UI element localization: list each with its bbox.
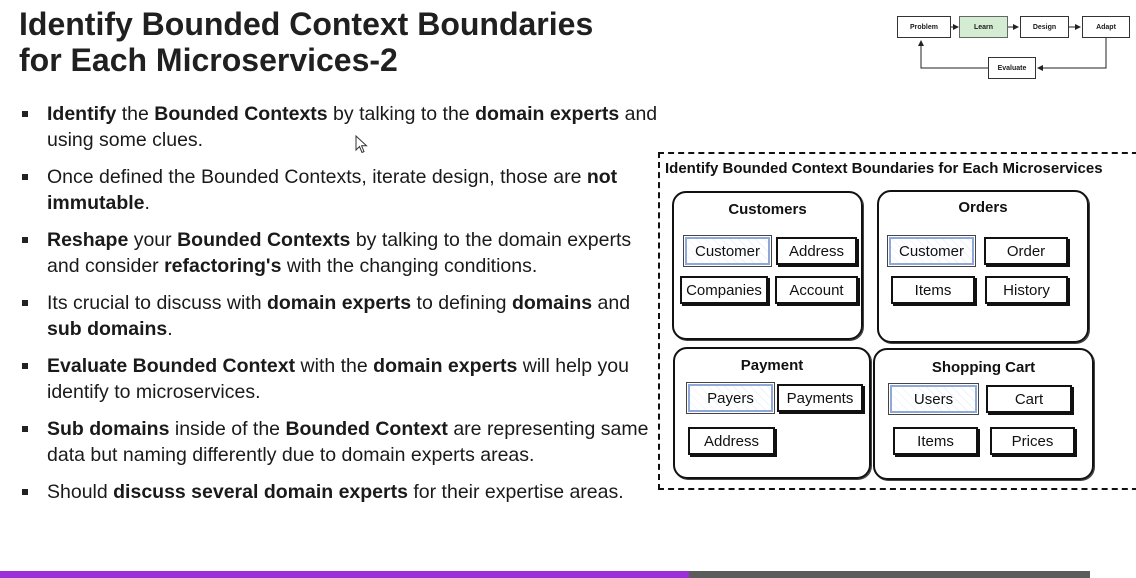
bullet-bold-text: Bounded Contexts xyxy=(177,229,351,251)
bullet-item: Reshape your Bounded Contexts by talking… xyxy=(20,227,660,279)
diagram-title: Identify Bounded Context Boundaries for … xyxy=(665,160,1103,177)
design-loop-flowchart: Problem Learn Design Adapt Evaluate xyxy=(890,10,1136,85)
context-title: Orders xyxy=(958,199,1008,216)
bullet-text: to defining xyxy=(411,292,512,314)
bullet-text: with the changing conditions. xyxy=(281,255,538,277)
slide-title: Identify Bounded Context Boundaries for … xyxy=(19,6,593,78)
bullet-item: Evaluate Bounded Context with the domain… xyxy=(20,353,660,405)
flow-step-evaluate: Evaluate xyxy=(988,57,1036,79)
bullet-bold-text: refactoring's xyxy=(164,255,282,277)
bullet-bold-text: Bounded Contexts xyxy=(154,103,328,125)
bullet-text: and xyxy=(592,292,631,314)
entity-box: Payments xyxy=(777,384,863,412)
entity-box: Cart xyxy=(986,385,1072,413)
bullet-bold-text: domain experts xyxy=(475,103,620,125)
bullet-bold-text: Bounded Context xyxy=(285,418,448,440)
bullet-bold-text: domain experts xyxy=(373,355,518,377)
bullet-bold-text: sub domains xyxy=(47,318,168,340)
bullet-text: for their expertise areas. xyxy=(407,481,624,503)
entity-box: Items xyxy=(891,276,975,304)
entity-box: Payers xyxy=(686,382,775,414)
entity-box: Users xyxy=(888,383,979,415)
bullet-item: Should discuss several domain experts fo… xyxy=(20,479,660,505)
slide-title-line1: Identify Bounded Context Boundaries xyxy=(19,6,594,42)
bullet-bold-text: domains xyxy=(511,292,593,314)
bullet-text: Should xyxy=(47,481,114,503)
bullet-item: Sub domains inside of the Bounded Contex… xyxy=(20,416,660,468)
bullet-text: Once defined the Bounded Contexts, itera… xyxy=(47,166,587,188)
bullet-list: Identify the Bounded Contexts by talking… xyxy=(20,101,660,516)
entity-box: Customer xyxy=(887,235,976,267)
bullet-text: your xyxy=(128,229,178,251)
entity-box: Items xyxy=(893,427,978,455)
bullet-bold-text: domain experts xyxy=(266,292,412,314)
flow-step-problem: Problem xyxy=(897,16,951,38)
bullet-text: with the xyxy=(295,355,374,377)
entity-box: Account xyxy=(775,276,858,304)
bullet-item: Identify the Bounded Contexts by talking… xyxy=(20,101,660,153)
bullet-bold-text: Reshape xyxy=(47,229,129,251)
flow-step-learn: Learn xyxy=(959,16,1008,38)
bullet-text: the xyxy=(116,103,155,125)
mouse-cursor-icon xyxy=(355,135,368,154)
bullet-item: Once defined the Bounded Contexts, itera… xyxy=(20,164,660,216)
bullet-bold-text: Evaluate Bounded Context xyxy=(47,355,296,377)
entity-box: Prices xyxy=(990,427,1075,455)
bullet-bold-text: discuss several domain experts xyxy=(113,481,408,503)
bullet-item: Its crucial to discuss with domain exper… xyxy=(20,290,660,342)
bullet-text: . xyxy=(167,318,173,340)
entity-box: Customer xyxy=(683,235,772,267)
context-title: Shopping Cart xyxy=(931,359,1036,376)
bullet-text: . xyxy=(144,192,150,214)
bullet-bold-text: Sub domains xyxy=(47,418,170,440)
bullet-text: Its crucial to discuss with xyxy=(47,292,267,314)
entity-box: Companies xyxy=(680,276,768,304)
bullet-text: inside of the xyxy=(169,418,286,440)
context-title: Customers xyxy=(728,201,807,218)
video-progress-fill xyxy=(0,571,689,578)
entity-box: History xyxy=(985,276,1068,304)
bullet-text: by talking to the xyxy=(327,103,476,125)
video-progress-track[interactable] xyxy=(0,571,1090,578)
slide-title-line2: for Each Microservices-2 xyxy=(19,42,398,78)
bullet-bold-text: Identify xyxy=(47,103,117,125)
entity-box: Order xyxy=(984,237,1068,265)
flow-step-design: Design xyxy=(1020,16,1069,38)
flow-step-adapt: Adapt xyxy=(1082,16,1130,38)
context-title: Payment xyxy=(740,357,804,374)
entity-box: Address xyxy=(776,237,857,265)
entity-box: Address xyxy=(688,427,775,455)
